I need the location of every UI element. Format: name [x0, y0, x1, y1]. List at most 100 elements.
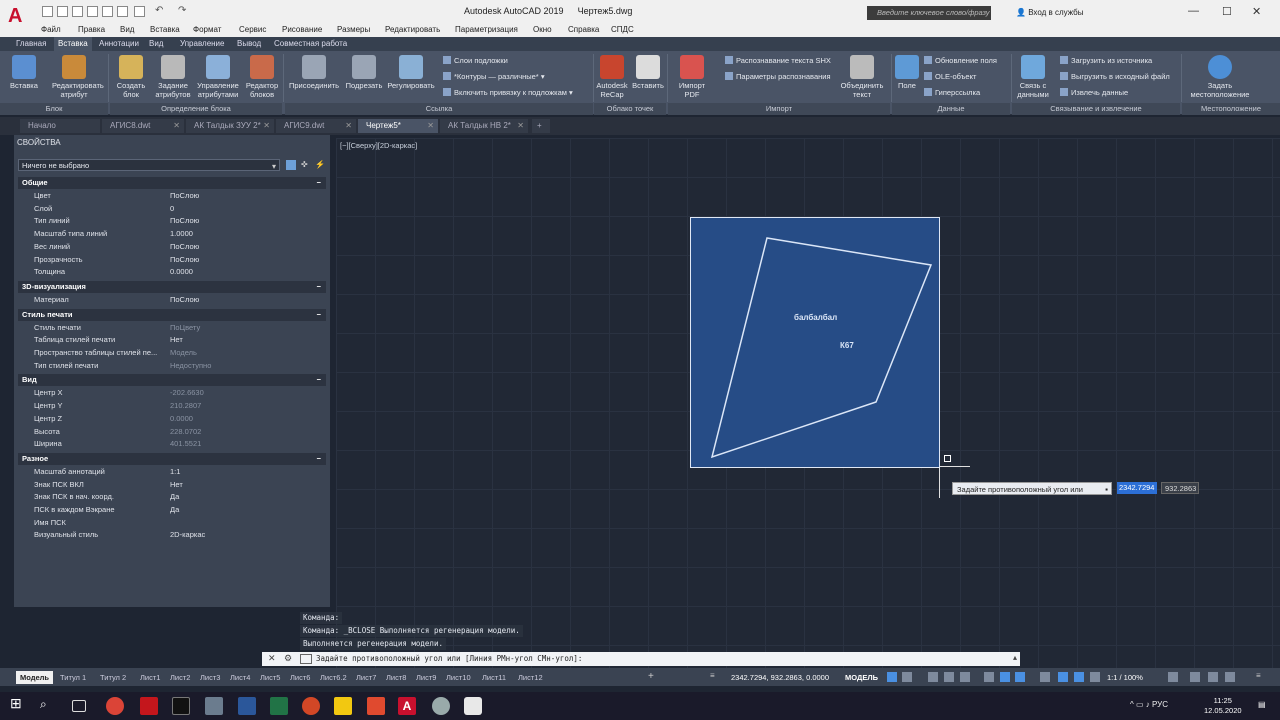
customize-icon[interactable]: ⚙	[284, 653, 292, 664]
underlay-layers-button[interactable]: Слои подложки	[443, 56, 508, 65]
selection-cycling-icon[interactable]	[1040, 672, 1050, 682]
panel-pointcloud-title[interactable]: Облако точек	[594, 103, 666, 115]
section-header[interactable]: Разное −	[18, 452, 326, 465]
block-editor-button[interactable]: Редактор блоков	[242, 55, 282, 99]
panel-import-title[interactable]: Импорт	[668, 103, 890, 115]
y-coordinate-input[interactable]: 932.2863	[1161, 482, 1199, 494]
close-icon[interactable]: ✕	[517, 119, 524, 133]
property-row[interactable]: Тип стилей печати Недоступно	[34, 360, 324, 373]
workspace-icon[interactable]	[1168, 672, 1178, 682]
quick-select-icon[interactable]: ⚡	[315, 160, 325, 169]
clock[interactable]: 11:25 12.05.2020	[1204, 696, 1242, 716]
property-value[interactable]: ПоЦвету	[170, 322, 200, 335]
lineweight-icon[interactable]	[1000, 672, 1010, 682]
property-row[interactable]: Толщина 0.0000	[34, 266, 324, 279]
property-row[interactable]: Ширина 401.5521	[34, 438, 324, 451]
attach-button[interactable]: Присоединить	[286, 55, 342, 90]
property-value[interactable]: ПоСлою	[170, 190, 199, 203]
property-row[interactable]: Вес линий ПоСлою	[34, 241, 324, 254]
frames-dropdown[interactable]: *Контуры — различные* ▾	[443, 72, 545, 81]
clip-button[interactable]: Подрезать	[342, 55, 386, 90]
layout-tab-model[interactable]: Модель	[16, 671, 54, 684]
property-row[interactable]: Высота 228.0702	[34, 426, 324, 439]
section-header[interactable]: Стиль печати −	[18, 308, 326, 321]
menu-dimensions[interactable]: Размеры	[337, 25, 370, 34]
notifications-icon[interactable]: ▤	[1258, 700, 1266, 709]
layout-tab[interactable]: Лист6	[286, 671, 314, 684]
layout-tab[interactable]: Лист7	[352, 671, 380, 684]
add-layout-button[interactable]: +	[648, 671, 654, 682]
property-value[interactable]: ПоСлою	[170, 241, 199, 254]
property-row[interactable]: Тип линий ПоСлою	[34, 215, 324, 228]
tab-collaborate[interactable]: Совместная работа	[274, 39, 347, 48]
property-row[interactable]: Таблица стилей печати Нет	[34, 334, 324, 347]
app-red-icon[interactable]	[367, 697, 385, 715]
collapse-icon[interactable]: −	[317, 281, 321, 293]
new-tab-button[interactable]: +	[532, 119, 550, 133]
close-icon[interactable]: ✕	[427, 119, 434, 133]
tab-manage[interactable]: Управление	[180, 39, 224, 48]
extract-data-button[interactable]: Извлечь данные	[1060, 88, 1128, 97]
property-row[interactable]: Имя ПСК	[34, 517, 324, 530]
snap-mode-icon[interactable]	[902, 672, 912, 682]
property-row[interactable]: Масштаб аннотаций 1:1	[34, 466, 324, 479]
app-icon[interactable]	[205, 697, 223, 715]
grid-icon[interactable]	[887, 672, 897, 682]
doc-tab[interactable]: АГИС9.dwt ✕	[276, 119, 356, 133]
close-icon[interactable]: ✕	[263, 119, 270, 133]
open-file-icon[interactable]	[57, 6, 68, 17]
data-link-button[interactable]: Связь с данными	[1012, 55, 1054, 99]
download-source-button[interactable]: Загрузить из источника	[1060, 56, 1152, 65]
property-value[interactable]: Модель	[170, 347, 197, 360]
command-line[interactable]: ✕ ⚙ Задайте противоположный угол или [Ли…	[262, 652, 1020, 666]
new-file-icon[interactable]	[42, 6, 53, 17]
tab-annotate[interactable]: Аннотации	[99, 39, 139, 48]
toggle-pickadd-icon[interactable]	[286, 160, 296, 170]
manage-attributes-button[interactable]: Управление атрибутами	[194, 55, 242, 99]
ole-object-button[interactable]: OLE-объект	[924, 72, 976, 81]
excel-icon[interactable]	[270, 697, 288, 715]
layout-tab[interactable]: Лист4	[226, 671, 254, 684]
field-button[interactable]: Поле	[894, 55, 920, 90]
layout-tab[interactable]: Лист12	[514, 671, 547, 684]
redo-icon[interactable]: ↷	[178, 5, 189, 16]
doc-tab[interactable]: АК Талдык НВ 2* ✕	[440, 119, 528, 133]
property-value[interactable]: 228.0702	[170, 426, 201, 439]
layout-tab[interactable]: Лист2	[166, 671, 194, 684]
layout-tab[interactable]: Лист11	[478, 671, 510, 684]
chrome-icon[interactable]	[106, 697, 124, 715]
acrobat-icon[interactable]	[140, 697, 158, 715]
cursor-coordinates[interactable]: 2342.7294, 932.2863, 0.0000	[731, 673, 829, 682]
land-parcel-polygon[interactable]	[690, 217, 940, 468]
insert-pointcloud-button[interactable]: Вставить	[630, 55, 666, 90]
tab-insert[interactable]: Вставка	[54, 37, 92, 51]
create-block-button[interactable]: Создать блок	[112, 55, 150, 99]
property-value[interactable]: 0	[170, 203, 174, 216]
property-row[interactable]: Масштаб типа линий 1.0000	[34, 228, 324, 241]
combine-text-button[interactable]: Объединить текст	[840, 55, 884, 99]
options-icon[interactable]: ▪	[1105, 483, 1108, 496]
menu-format[interactable]: Формат	[193, 25, 221, 34]
autocad-taskbar-icon[interactable]: A	[398, 697, 416, 715]
panel-link-title[interactable]: Связывание и извлечение	[1012, 103, 1180, 115]
tab-view[interactable]: Вид	[149, 39, 163, 48]
close-icon[interactable]: ✕	[345, 119, 352, 133]
close-button[interactable]: ✕	[1252, 5, 1261, 18]
chevron-up-icon[interactable]: ▴	[1013, 653, 1017, 662]
layout-tab[interactable]: Лист10	[442, 671, 475, 684]
property-value[interactable]: Нет	[170, 479, 183, 492]
isolate-objects-icon[interactable]	[1190, 672, 1200, 682]
object-snap-icon[interactable]	[984, 672, 994, 682]
layout-tab[interactable]: Титул 2	[96, 671, 130, 684]
snap-underlay-button[interactable]: Включить привязку к подложкам ▾	[443, 88, 573, 97]
close-icon[interactable]: ✕	[268, 653, 276, 664]
property-value[interactable]: ПоСлою	[170, 294, 199, 307]
transparency-icon[interactable]	[1015, 672, 1025, 682]
clean-screen-icon[interactable]	[1225, 672, 1235, 682]
edit-attribute-button[interactable]: Редактировать атрибут	[52, 55, 104, 99]
property-row[interactable]: Центр Y 210.2807	[34, 400, 324, 413]
layout-tab[interactable]: Лист8	[382, 671, 410, 684]
menu-edit[interactable]: Правка	[78, 25, 105, 34]
layout-tab[interactable]: Титул 1	[56, 671, 90, 684]
app-gray-icon[interactable]	[432, 697, 450, 715]
